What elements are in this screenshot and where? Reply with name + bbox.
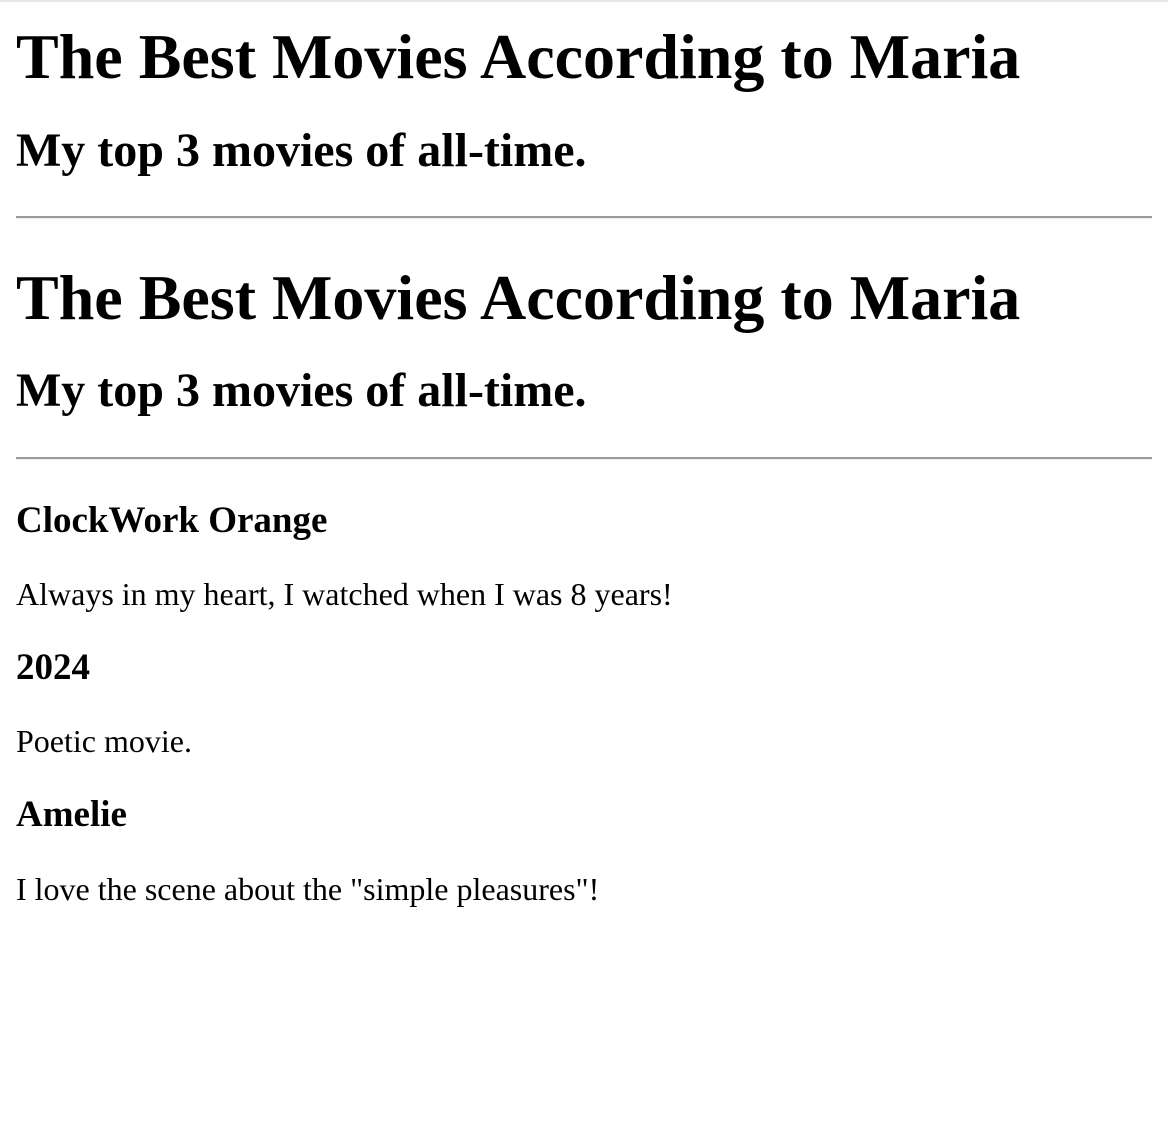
page-subtitle: My top 3 movies of all-time. <box>16 123 587 177</box>
page-title: The Best Movies According to Maria <box>16 21 1021 92</box>
movie-item: 2024 Poetic movie. <box>16 647 1152 760</box>
movie-title: 2024 <box>16 646 90 688</box>
top-border <box>0 0 1168 2</box>
movie-title: Amelie <box>16 794 127 836</box>
movie-title: ClockWork Orange <box>16 499 328 541</box>
movie-list: ClockWork Orange Always in my heart, I w… <box>16 500 1152 908</box>
movie-description: Poetic movie. <box>16 723 192 760</box>
page-content: The Best Movies According to Maria My to… <box>0 20 1152 908</box>
page-title-repeat: The Best Movies According to Maria <box>16 261 1021 333</box>
repeat-header-section: The Best Movies According to Maria My to… <box>16 261 1152 460</box>
movie-item: ClockWork Orange Always in my heart, I w… <box>16 500 1152 613</box>
page-subtitle-repeat: My top 3 movies of all-time. <box>16 364 587 418</box>
header-section: The Best Movies According to Maria My to… <box>16 20 1152 219</box>
divider <box>16 456 1152 460</box>
movie-description: Always in my heart, I watched when I was… <box>16 576 673 613</box>
movie-description: I love the scene about the "simple pleas… <box>16 870 600 907</box>
divider <box>16 215 1152 219</box>
movie-item: Amelie I love the scene about the "simpl… <box>16 794 1152 907</box>
